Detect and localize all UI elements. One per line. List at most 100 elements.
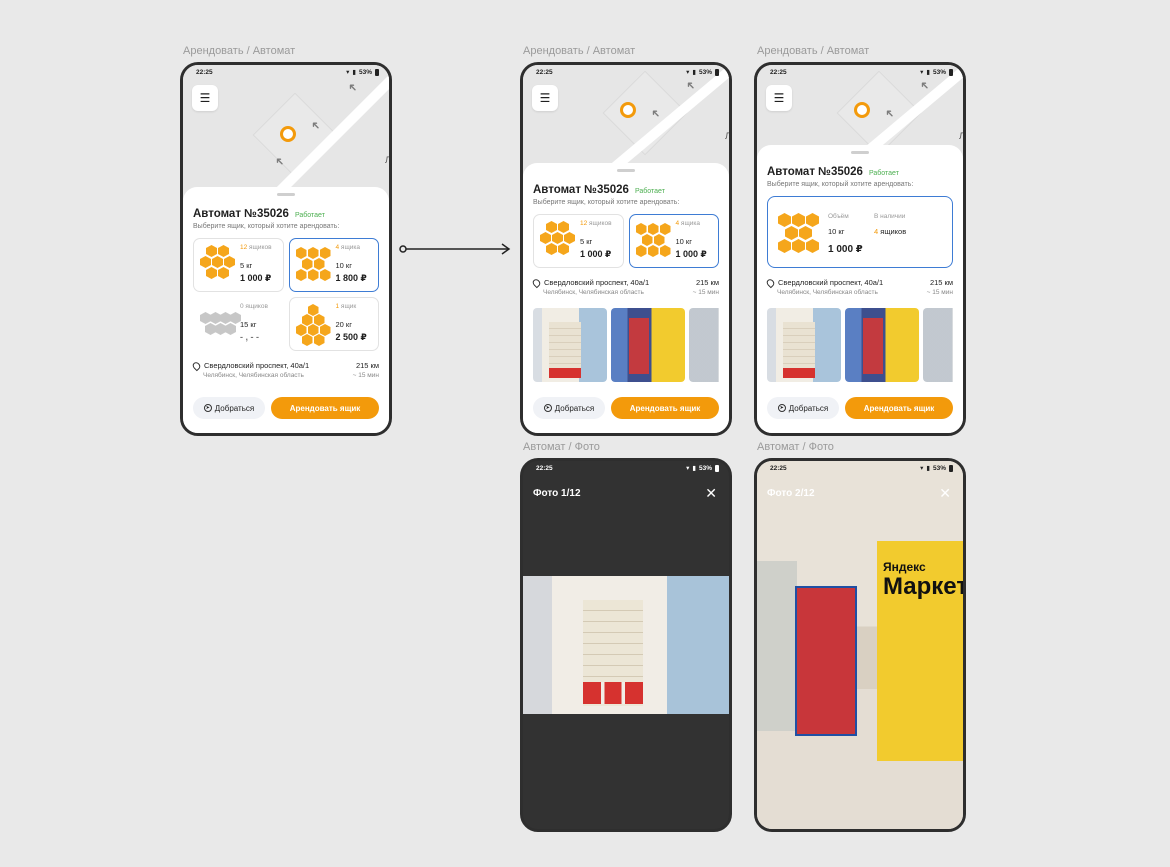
status-badge: Работает xyxy=(868,170,899,177)
photo-header: Фото 1/12 ✕ xyxy=(533,485,717,502)
frame-label: Арендовать / Автомат xyxy=(523,45,636,57)
action-bar: ➤ Добраться Арендовать ящик xyxy=(533,397,719,419)
box-grid: 12 ящиков 5 кг 1 000 ₽ 4 ящика 10 кг 1 8… xyxy=(193,238,379,351)
location-pin-icon[interactable] xyxy=(854,102,870,118)
location-icon xyxy=(191,360,202,372)
box-option-5kg[interactable]: 12 ящиков 5 кг 1 000 ₽ xyxy=(533,214,624,268)
menu-button[interactable]: ☰ xyxy=(192,85,218,111)
status-bar: 22:25 ▾ ▮ 53% xyxy=(183,65,389,79)
location-pin-icon[interactable] xyxy=(280,126,296,142)
frame-label: Арендовать / Автомат xyxy=(183,45,296,57)
rent-box-button[interactable]: Арендовать ящик xyxy=(271,397,379,419)
box-option-10kg[interactable]: 4 ящика 10 кг 1 800 ₽ xyxy=(288,238,379,292)
rent-box-button[interactable]: Арендовать ящик xyxy=(845,397,953,419)
address-row: Свердловский проспект, 40а/1 215 км xyxy=(191,360,379,372)
navigate-icon: ➤ xyxy=(203,404,212,412)
action-bar: ➤ Добраться Арендовать ящик xyxy=(767,397,953,419)
box-option-5kg[interactable]: 12 ящиков 5 кг 1 000 ₽ xyxy=(193,238,284,292)
hamburger-icon: ☰ xyxy=(199,91,211,105)
flow-arrow xyxy=(399,243,511,255)
status-bar: 22:25 ▾ ▮ 53% xyxy=(523,65,729,79)
hamburger-icon: ☰ xyxy=(539,91,551,105)
hex-cells-icon xyxy=(540,221,576,261)
wifi-icon: ▾ xyxy=(920,465,924,472)
navigate-button[interactable]: ➤ Добраться xyxy=(533,397,605,419)
box-option-20kg[interactable]: 1 ящик 20 кг 2 500 ₽ xyxy=(288,297,379,351)
machine-title: Автомат №35026 Работает xyxy=(767,166,899,178)
box-grid: 12 ящиков 5 кг 1 000 ₽ 4 ящика 10 кг 1 0… xyxy=(533,214,719,268)
location-icon xyxy=(765,277,776,289)
frame-label: Автомат / Фото xyxy=(523,441,600,453)
photo-thumbnail[interactable] xyxy=(923,308,953,382)
signal-icon: ▮ xyxy=(692,465,696,472)
signal-icon: ▮ xyxy=(926,69,930,76)
photo-thumbnail[interactable] xyxy=(533,308,607,382)
wifi-icon: ▾ xyxy=(686,465,690,472)
address-row: Свердловский проспект, 40а/1 215 км xyxy=(765,277,953,289)
address-sub-row: Челябинск, Челябинская область ~ 15 мин xyxy=(543,289,719,296)
hamburger-icon: ☰ xyxy=(773,91,785,105)
wifi-icon: ▾ xyxy=(920,69,924,76)
hex-cells-icon xyxy=(200,304,241,344)
navigate-button[interactable]: ➤ Добраться xyxy=(193,397,265,419)
sheet-handle[interactable] xyxy=(277,193,295,196)
map-label: Л xyxy=(725,131,729,141)
photo-header: Фото 2/12 ✕ xyxy=(767,485,951,502)
box-option-15kg[interactable]: 0 ящиков 15 кг - , - - xyxy=(193,297,284,351)
phone-screen-rent-1: 22:25 ▾▮53% ➜ ➜ ➜ Л ☰ Автомат №35026 Раб… xyxy=(180,62,392,436)
phone-screen-photo-2: Яндекс Маркет 22:25 ▾ ▮ 53% Фото 2/12 ✕ xyxy=(754,458,966,832)
photo-thumbnail[interactable] xyxy=(845,308,919,382)
direction-arrow-icon: ➜ xyxy=(345,79,361,95)
address-sub-row: Челябинск, Челябинская область ~ 15 мин xyxy=(203,372,379,379)
photo-thumbnail[interactable] xyxy=(611,308,685,382)
navigate-icon: ➤ xyxy=(777,404,786,412)
wifi-icon: ▾ xyxy=(686,69,690,76)
battery-icon xyxy=(715,464,719,472)
hex-cells-icon xyxy=(635,221,672,261)
photo-counter: Фото 2/12 xyxy=(767,488,815,499)
phone-screen-rent-3: 22:25 ▾▮53% ➜ ➜ Л ☰ Автомат №35026 Работ… xyxy=(754,62,966,436)
rent-box-button[interactable]: Арендовать ящик xyxy=(611,397,719,419)
photo-thumbnail[interactable] xyxy=(767,308,841,382)
action-bar: ➤ Добраться Арендовать ящик xyxy=(193,397,379,419)
photo-strip[interactable] xyxy=(767,308,953,382)
location-icon xyxy=(531,277,542,289)
hex-cells-icon xyxy=(200,245,236,285)
menu-button[interactable]: ☰ xyxy=(766,85,792,111)
phone-screen-photo-1: 22:25 ▾ ▮ 53% Фото 1/12 ✕ xyxy=(520,458,732,832)
locker-photo[interactable]: Яндекс Маркет xyxy=(757,461,963,829)
hex-cells-icon xyxy=(295,245,332,285)
bottom-sheet: Автомат №35026 Работает Выберите ящик, к… xyxy=(757,145,963,433)
machine-title: Автомат №35026 Работает xyxy=(533,184,665,196)
photo-strip[interactable] xyxy=(533,308,719,382)
box-option-10kg[interactable]: 4 ящика 10 кг 1 000 ₽ xyxy=(628,214,719,268)
wifi-icon: ▾ xyxy=(346,69,350,76)
selected-box-card[interactable]: Объём В наличии 10 кг 4 ящиков 1 000 ₽ xyxy=(767,196,953,268)
frame-label: Арендовать / Автомат xyxy=(757,45,870,57)
status-badge: Работает xyxy=(634,188,665,195)
map-label: Л xyxy=(385,155,389,165)
sheet-subtitle: Выберите ящик, который хотите арендовать… xyxy=(767,181,914,188)
close-icon[interactable]: ✕ xyxy=(939,485,951,502)
hex-cells-icon xyxy=(778,213,822,257)
market-sign: Яндекс Маркет xyxy=(883,560,966,600)
battery-icon xyxy=(949,464,953,472)
locker-photo[interactable] xyxy=(523,576,729,714)
menu-button[interactable]: ☰ xyxy=(532,85,558,111)
photo-thumbnail[interactable] xyxy=(689,308,719,382)
hex-cells-icon xyxy=(295,304,332,346)
battery-icon xyxy=(715,68,719,76)
battery-icon xyxy=(949,68,953,76)
location-pin-icon[interactable] xyxy=(620,102,636,118)
address-sub-row: Челябинск, Челябинская область ~ 15 мин xyxy=(777,289,953,296)
status-bar: 22:25 ▾ ▮ 53% xyxy=(757,65,963,79)
sheet-handle[interactable] xyxy=(851,151,869,154)
status-bar: 22:25 ▾ ▮ 53% xyxy=(523,461,729,475)
bottom-sheet: Автомат №35026 Работает Выберите ящик, к… xyxy=(523,163,729,433)
sheet-handle[interactable] xyxy=(617,169,635,172)
close-icon[interactable]: ✕ xyxy=(705,485,717,502)
navigate-button[interactable]: ➤ Добраться xyxy=(767,397,839,419)
address-row: Свердловский проспект, 40а/1 215 км xyxy=(531,277,719,289)
status-bar: 22:25 ▾ ▮ 53% xyxy=(757,461,963,475)
sheet-subtitle: Выберите ящик, который хотите арендовать… xyxy=(193,223,340,230)
